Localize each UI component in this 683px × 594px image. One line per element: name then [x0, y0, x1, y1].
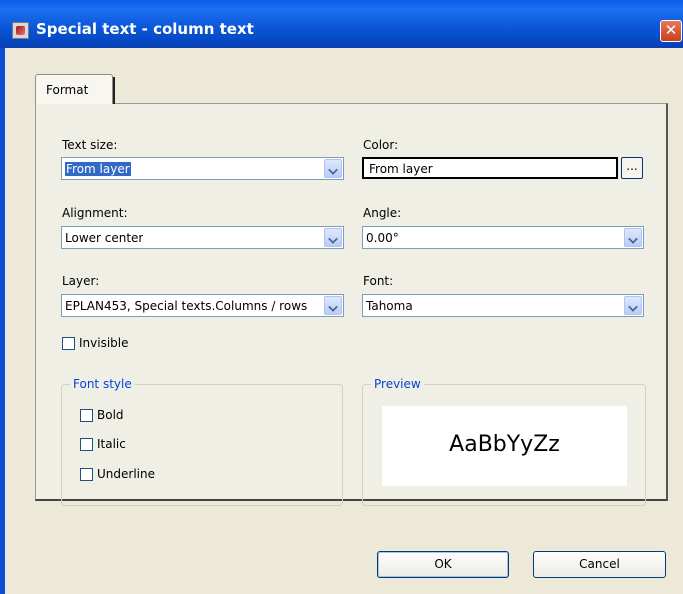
- alignment-value: Lower center: [65, 231, 144, 245]
- invisible-checkbox[interactable]: [62, 337, 75, 350]
- angle-value: 0.00°: [366, 231, 399, 245]
- color-field[interactable]: From layer: [362, 157, 618, 179]
- color-label: Color:: [363, 138, 399, 152]
- angle-label: Angle:: [363, 206, 402, 220]
- special-text-icon: [12, 22, 29, 39]
- font-select[interactable]: Tahoma: [362, 294, 644, 317]
- window-frame-left: [0, 48, 5, 594]
- chevron-down-icon[interactable]: [324, 296, 342, 315]
- color-browse-button[interactable]: ...: [621, 157, 643, 179]
- font-value: Tahoma: [366, 299, 413, 313]
- italic-label[interactable]: Italic: [97, 437, 126, 451]
- chevron-down-icon[interactable]: [624, 296, 642, 315]
- layer-value: EPLAN453, Special texts.Columns / rows: [65, 299, 308, 313]
- tab-format-label: Format: [46, 83, 89, 97]
- alignment-select[interactable]: Lower center: [61, 226, 344, 249]
- preview-sample: AaBbYyZz: [449, 432, 560, 457]
- window-title: Special text - column text: [36, 20, 254, 38]
- chevron-down-icon[interactable]: [324, 159, 342, 178]
- invisible-label[interactable]: Invisible: [79, 336, 129, 350]
- text-size-value: From layer: [65, 162, 131, 176]
- alignment-label: Alignment:: [62, 206, 128, 220]
- title-bar[interactable]: Special text - column text ✕: [0, 0, 683, 48]
- chevron-down-icon[interactable]: [624, 228, 642, 247]
- cancel-button[interactable]: Cancel: [533, 551, 666, 578]
- layer-select[interactable]: EPLAN453, Special texts.Columns / rows: [61, 294, 344, 317]
- bold-label[interactable]: Bold: [97, 408, 124, 422]
- ok-button[interactable]: OK: [377, 551, 509, 578]
- font-style-title: Font style: [70, 377, 135, 391]
- close-button[interactable]: ✕: [660, 20, 682, 42]
- preview-title: Preview: [371, 377, 424, 391]
- underline-checkbox[interactable]: [80, 468, 93, 481]
- angle-select[interactable]: 0.00°: [362, 226, 644, 249]
- text-size-label: Text size:: [62, 138, 118, 152]
- tab-format[interactable]: Format: [35, 74, 115, 104]
- text-size-select[interactable]: From layer: [61, 157, 344, 180]
- preview-box: AaBbYyZz: [382, 406, 627, 486]
- underline-label[interactable]: Underline: [97, 467, 155, 481]
- color-value: From layer: [369, 162, 433, 176]
- font-label: Font:: [363, 274, 394, 288]
- italic-checkbox[interactable]: [80, 438, 93, 451]
- layer-label: Layer:: [62, 274, 100, 288]
- bold-checkbox[interactable]: [80, 409, 93, 422]
- chevron-down-icon[interactable]: [324, 228, 342, 247]
